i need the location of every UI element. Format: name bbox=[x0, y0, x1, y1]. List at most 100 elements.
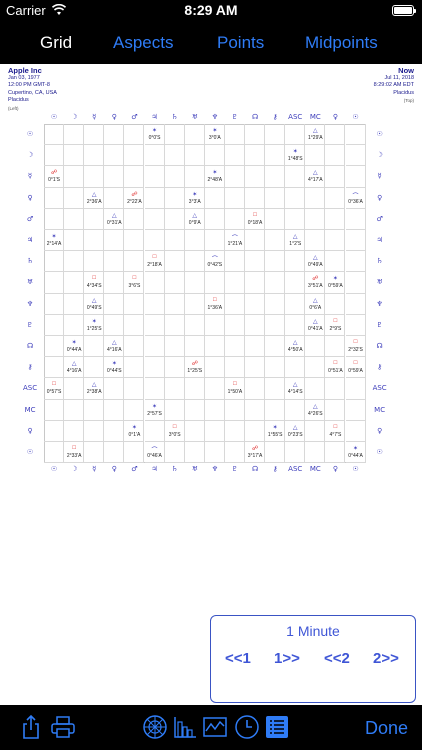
grid-cell[interactable] bbox=[224, 272, 245, 294]
aspect-entry[interactable]: ✶ 0°44'A bbox=[64, 336, 84, 357]
aspect-entry[interactable]: △ 0°31'A bbox=[104, 209, 124, 230]
grid-cell[interactable] bbox=[224, 336, 245, 358]
grid-cell[interactable] bbox=[184, 378, 205, 400]
aspect-entry[interactable]: □ 0°57'S bbox=[44, 378, 64, 399]
grid-cell[interactable] bbox=[325, 378, 346, 400]
done-button[interactable]: Done bbox=[365, 718, 408, 739]
aspect-entry[interactable]: □ 2°18'A bbox=[145, 251, 165, 272]
aspect-entry[interactable]: ✶ 0°1'A bbox=[124, 421, 144, 442]
aspect-entry[interactable]: □ 2°32'S bbox=[346, 336, 366, 357]
grid-cell[interactable] bbox=[64, 145, 85, 167]
grid-cell[interactable] bbox=[285, 208, 306, 230]
grid-cell[interactable] bbox=[245, 293, 266, 315]
aspect-entry[interactable]: □ 0°59'A bbox=[346, 357, 366, 378]
tab-points[interactable]: Points bbox=[217, 33, 264, 53]
grid-cell[interactable] bbox=[64, 124, 85, 146]
aspect-entry[interactable]: △ 4°50'A bbox=[285, 336, 305, 357]
aspect-entry[interactable]: ✶ 0°44'A bbox=[346, 442, 366, 463]
grid-cell[interactable] bbox=[44, 293, 65, 315]
grid-cell[interactable] bbox=[224, 420, 245, 442]
grid-cell[interactable] bbox=[84, 399, 105, 421]
grid-cell[interactable] bbox=[204, 145, 225, 167]
aspect-entry[interactable]: △ 0°49'S bbox=[84, 294, 104, 315]
grid-cell[interactable] bbox=[104, 230, 125, 252]
grid-cell[interactable] bbox=[184, 442, 205, 464]
grid-cell[interactable] bbox=[265, 187, 286, 209]
aspect-entry[interactable]: ⌒ 1°21'A bbox=[225, 230, 245, 251]
share-icon[interactable] bbox=[18, 714, 44, 740]
grid-cell[interactable] bbox=[144, 378, 165, 400]
grid-cell[interactable] bbox=[104, 124, 125, 146]
aspect-entry[interactable]: △ 1°29'A bbox=[305, 124, 325, 145]
grid-cell[interactable] bbox=[184, 145, 205, 167]
grid-cell[interactable] bbox=[44, 399, 65, 421]
grid-cell[interactable] bbox=[224, 399, 245, 421]
grid-cell[interactable] bbox=[345, 145, 366, 167]
grid-cell[interactable] bbox=[64, 420, 85, 442]
grid-cell[interactable] bbox=[124, 230, 145, 252]
grid-cell[interactable] bbox=[345, 399, 366, 421]
aspect-entry[interactable]: △ 0°23'S bbox=[285, 421, 305, 442]
aspect-entry[interactable]: □ 1°50'A bbox=[225, 378, 245, 399]
aspect-entry[interactable]: □ 4°7'S bbox=[325, 421, 345, 442]
grid-cell[interactable] bbox=[345, 124, 366, 146]
grid-cell[interactable] bbox=[224, 314, 245, 336]
grid-cell[interactable] bbox=[245, 272, 266, 294]
grid-cell[interactable] bbox=[285, 357, 306, 379]
grid-cell[interactable] bbox=[164, 166, 185, 188]
grid-cell[interactable] bbox=[265, 166, 286, 188]
grid-cell[interactable] bbox=[345, 251, 366, 273]
aspect-entry[interactable]: □ 0°18'A bbox=[245, 209, 265, 230]
aspect-entry[interactable]: △ 4°16'A bbox=[64, 357, 84, 378]
aspect-entry[interactable]: ✶ 1°25'S bbox=[84, 315, 104, 336]
grid-cell[interactable] bbox=[164, 230, 185, 252]
grid-cell[interactable] bbox=[144, 230, 165, 252]
grid-cell[interactable] bbox=[84, 124, 105, 146]
grid-cell[interactable] bbox=[184, 230, 205, 252]
grid-cell[interactable] bbox=[285, 442, 306, 464]
grid-cell[interactable] bbox=[184, 336, 205, 358]
aspect-entry[interactable]: ☍ 1°25'S bbox=[185, 357, 205, 378]
grid-cell[interactable] bbox=[245, 399, 266, 421]
grid-cell[interactable] bbox=[345, 378, 366, 400]
aspect-entry[interactable]: ☍ 0°1'S bbox=[44, 166, 64, 187]
grid-cell[interactable] bbox=[265, 251, 286, 273]
aspect-entry[interactable]: △ 4°16'A bbox=[104, 336, 124, 357]
grid-cell[interactable] bbox=[164, 293, 185, 315]
grid-cell[interactable] bbox=[245, 251, 266, 273]
grid-cell[interactable] bbox=[104, 399, 125, 421]
grid-cell[interactable] bbox=[345, 166, 366, 188]
grid-cell[interactable] bbox=[84, 145, 105, 167]
step-back-1-button[interactable]: <<1 bbox=[225, 650, 251, 667]
aspect-entry[interactable]: △ 4°14'S bbox=[285, 378, 305, 399]
grid-cell[interactable] bbox=[325, 230, 346, 252]
step-forward-1-button[interactable]: 1>> bbox=[274, 650, 300, 667]
grid-cell[interactable] bbox=[325, 208, 346, 230]
aspect-entry[interactable]: □ 4°34'S bbox=[84, 272, 104, 293]
grid-cell[interactable] bbox=[164, 314, 185, 336]
aspect-entry[interactable]: ✶ 3°0'A bbox=[205, 124, 225, 145]
grid-cell[interactable] bbox=[144, 314, 165, 336]
aspect-entry[interactable]: ⌒ 0°42'S bbox=[205, 251, 225, 272]
aspect-entry[interactable]: △ 4°17'A bbox=[305, 166, 325, 187]
grid-cell[interactable] bbox=[345, 230, 366, 252]
aspect-entry[interactable]: ✶ 2°57'S bbox=[145, 400, 165, 421]
grid-cell[interactable] bbox=[144, 336, 165, 358]
grid-cell[interactable] bbox=[184, 399, 205, 421]
step-back-2-button[interactable]: <<2 bbox=[324, 650, 350, 667]
aspect-entry[interactable]: △ 2°36'A bbox=[84, 188, 104, 209]
grid-cell[interactable] bbox=[224, 145, 245, 167]
grid-cell[interactable] bbox=[285, 187, 306, 209]
grid-cell[interactable] bbox=[245, 145, 266, 167]
aspect-entry[interactable]: ✶ 2°14'A bbox=[44, 230, 64, 251]
grid-cell[interactable] bbox=[44, 314, 65, 336]
grid-cell[interactable] bbox=[345, 293, 366, 315]
grid-cell[interactable] bbox=[245, 166, 266, 188]
step-forward-2-button[interactable]: 2>> bbox=[373, 650, 399, 667]
wheel-icon[interactable] bbox=[142, 714, 168, 740]
grid-cell[interactable] bbox=[44, 272, 65, 294]
grid-cell[interactable] bbox=[84, 230, 105, 252]
aspect-entry[interactable]: ✶ 2°48'A bbox=[205, 166, 225, 187]
grid-cell[interactable] bbox=[144, 166, 165, 188]
grid-cell[interactable] bbox=[265, 357, 286, 379]
